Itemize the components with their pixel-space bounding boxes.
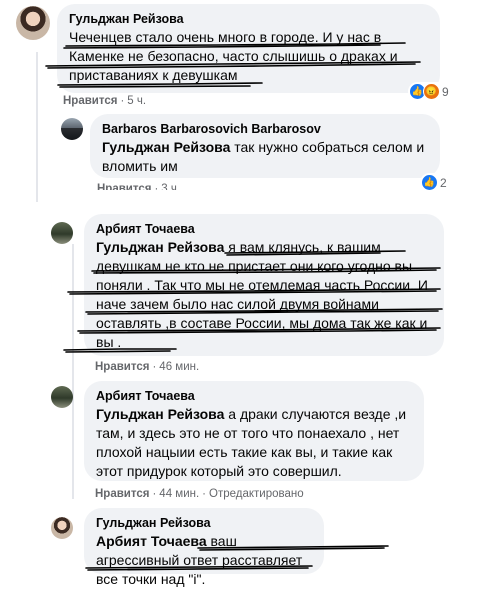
angry-icon: 😠 (423, 83, 440, 100)
comment-author[interactable]: Barbaros Barbarosovich Barbarosov (102, 122, 428, 136)
avatar[interactable] (51, 386, 73, 408)
reaction-summary[interactable]: 👍 😠 9 (408, 82, 452, 101)
avatar[interactable] (51, 222, 73, 244)
like-button[interactable]: Нравится (95, 361, 149, 373)
thread-line (72, 244, 74, 499)
edited-label: Отредактировано (209, 488, 304, 500)
reaction-count: 9 (442, 84, 449, 99)
comment-bubble: Арбият Точаева Гульджан Рейзова я вам кл… (84, 214, 444, 356)
like-button[interactable]: Нравится (63, 95, 117, 107)
comment-author[interactable]: Гульджан Рейзова (69, 12, 428, 26)
like-button[interactable]: Нравится (95, 488, 149, 500)
avatar[interactable] (61, 118, 83, 140)
thread-line (36, 52, 38, 202)
comment-author[interactable]: Арбият Точаева (96, 222, 432, 236)
like-icon: 👍 (421, 174, 438, 191)
mention-link[interactable]: Арбият Точаева (96, 533, 207, 549)
timestamp[interactable]: 5 ч. (127, 95, 146, 107)
like-button[interactable]: Нравится (97, 183, 151, 190)
timestamp[interactable]: 3 ч. (161, 183, 180, 190)
mention-link[interactable]: Гульджан Рейзова (96, 406, 224, 422)
avatar[interactable] (51, 517, 73, 539)
comment-author[interactable]: Гульджан Рейзова (96, 516, 312, 530)
mention-link[interactable]: Гульджан Рейзова (96, 239, 224, 255)
comment-actions: Нравится · 5 ч. (63, 95, 147, 107)
comment-bubble: Гульджан Рейзова Арбият Точаева ваш агре… (84, 508, 324, 587)
comment-author[interactable]: Арбият Точаева (96, 389, 412, 403)
comment-actions: Нравится · 46 мин. (95, 361, 200, 373)
comment-bubble: Арбият Точаева Гульджан Рейзова а драки … (84, 381, 424, 481)
timestamp[interactable]: 44 мин. (159, 488, 199, 500)
reaction-summary[interactable]: 👍 2 (420, 173, 450, 192)
comment-bubble: Гульджан Рейзова Чеченцев стало очень мн… (57, 4, 440, 93)
comment-actions: Нравится · 3 ч. (97, 183, 181, 195)
comment-actions: Нравится · 44 мин. · Отредактировано (95, 488, 304, 500)
comment-bubble: Barbaros Barbarosovich Barbarosov Гульдж… (90, 114, 440, 178)
comment-text: я вам клянусь, к вашим девушкам не кто н… (96, 239, 428, 350)
timestamp[interactable]: 46 мин. (159, 361, 199, 373)
reaction-count: 2 (440, 175, 447, 190)
mention-link[interactable]: Гульджан Рейзова (102, 139, 230, 155)
avatar[interactable] (16, 6, 50, 40)
comment-text: Чеченцев стало очень много в городе. И у… (69, 29, 398, 83)
